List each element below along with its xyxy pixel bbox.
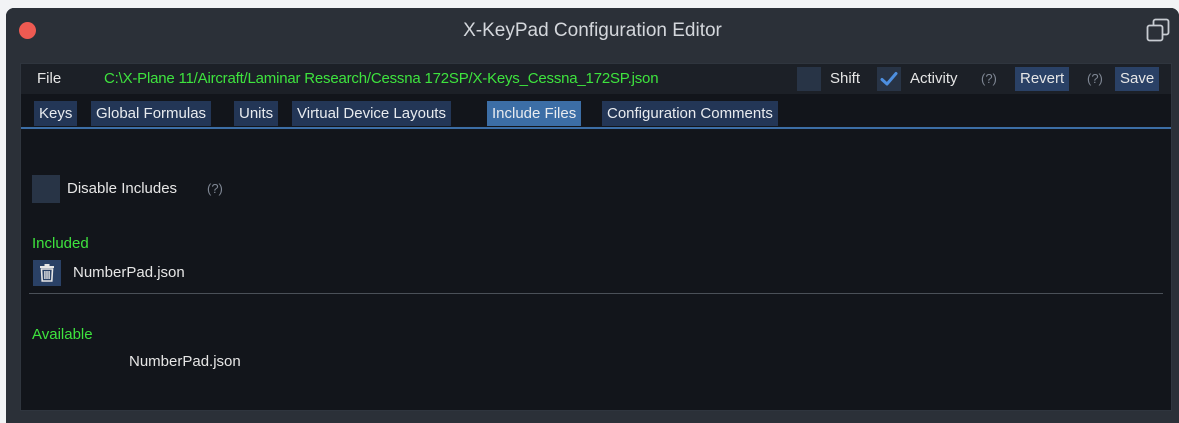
shift-label: Shift bbox=[830, 70, 861, 87]
activity-checkbox[interactable] bbox=[877, 67, 901, 91]
tab-keys[interactable]: Keys bbox=[34, 101, 78, 126]
editor-content: File C:\X-Plane 11/Aircraft/Laminar Rese… bbox=[20, 63, 1172, 411]
tab-bar: Keys Global Formulas Units Virtual Devic… bbox=[21, 101, 1171, 137]
trash-icon bbox=[40, 264, 54, 282]
activity-help[interactable]: (?) bbox=[981, 64, 997, 94]
included-header: Included bbox=[32, 235, 89, 252]
window-title: X-KeyPad Configuration Editor bbox=[463, 20, 722, 41]
tab-global-formulas[interactable]: Global Formulas bbox=[91, 101, 212, 126]
disable-includes-help[interactable]: (?) bbox=[207, 175, 223, 203]
disable-includes-label: Disable Includes bbox=[67, 180, 178, 197]
tab-include-files[interactable]: Include Files bbox=[487, 101, 582, 126]
popout-window-icon[interactable] bbox=[1146, 18, 1170, 42]
section-divider bbox=[29, 293, 1163, 294]
tab-underline bbox=[21, 127, 1171, 129]
file-menu[interactable]: File bbox=[37, 64, 61, 94]
activity-label: Activity bbox=[910, 70, 958, 87]
disable-includes-checkbox[interactable] bbox=[32, 175, 60, 203]
editor-window: X-KeyPad Configuration Editor File C:\X-… bbox=[6, 8, 1179, 423]
tab-configuration-comments[interactable]: Configuration Comments bbox=[602, 101, 778, 126]
checkmark-icon bbox=[880, 72, 898, 86]
config-file-path: C:\X-Plane 11/Aircraft/Laminar Research/… bbox=[104, 70, 659, 87]
revert-button[interactable]: Revert bbox=[1015, 67, 1070, 91]
save-help[interactable]: (?) bbox=[1087, 64, 1103, 94]
menu-bar: File C:\X-Plane 11/Aircraft/Laminar Rese… bbox=[21, 64, 1171, 94]
title-bar[interactable]: X-KeyPad Configuration Editor bbox=[6, 8, 1179, 54]
available-header: Available bbox=[32, 326, 93, 343]
tab-units[interactable]: Units bbox=[234, 101, 279, 126]
save-button[interactable]: Save bbox=[1115, 67, 1160, 91]
tab-virtual-device-layouts[interactable]: Virtual Device Layouts bbox=[292, 101, 451, 126]
included-file-item: NumberPad.json bbox=[73, 264, 185, 281]
available-file-item[interactable]: NumberPad.json bbox=[129, 350, 241, 374]
remove-include-button[interactable] bbox=[33, 260, 61, 286]
shift-checkbox[interactable] bbox=[797, 67, 821, 91]
